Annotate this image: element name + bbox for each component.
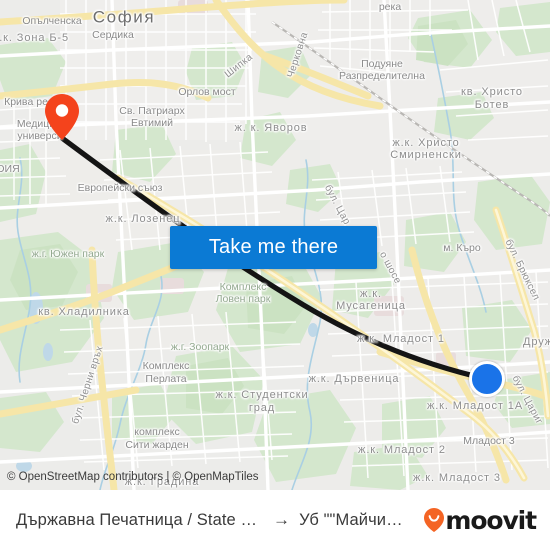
destination-dot-marker <box>469 361 505 397</box>
route-summary: Държавна Печатница / State Print… → Уб "… <box>16 510 416 530</box>
take-me-there-button[interactable]: Take me there <box>170 226 377 269</box>
arrow-right-icon: → <box>273 510 291 529</box>
moovit-logo[interactable]: moovit <box>424 505 537 535</box>
route-origin-label: Държавна Печатница / State Print… <box>16 510 264 529</box>
route-destination-label: Уб ""Майчи… <box>299 510 403 529</box>
moovit-pin-icon <box>424 508 445 532</box>
route-bottom-bar: Държавна Печатница / State Print… → Уб "… <box>0 490 550 550</box>
map-canvas[interactable]: СофияСердикаОпълченскаж.к. Зона Б-5Шипка… <box>0 0 550 490</box>
map-attribution[interactable]: © OpenStreetMap contributors | © OpenMap… <box>7 471 259 483</box>
moovit-map-screen: СофияСердикаОпълченскаж.к. Зона Б-5Шипка… <box>0 0 550 550</box>
moovit-wordmark: moovit <box>445 505 537 535</box>
